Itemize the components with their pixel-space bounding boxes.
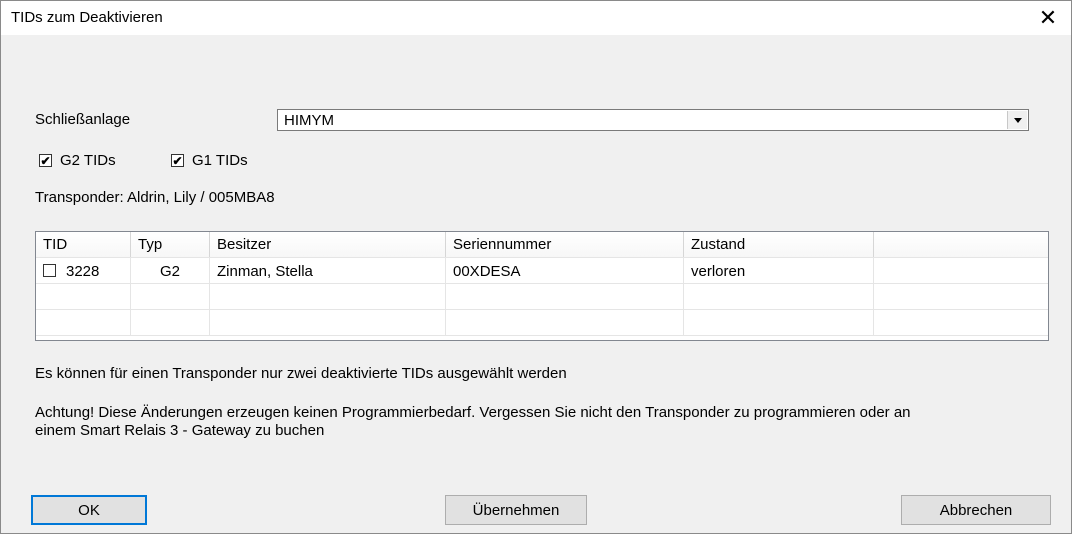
g2-tids-checkbox-group[interactable]: ✔ G2 TIDs (39, 152, 116, 169)
chevron-down-icon (1013, 117, 1022, 123)
empty-cell (446, 284, 684, 310)
warning-line-1: Achtung! Diese Änderungen erzeugen keine… (35, 404, 911, 421)
g1-tids-checkbox-group[interactable]: ✔ G1 TIDs (171, 152, 248, 169)
g1-tids-checkbox[interactable]: ✔ (171, 154, 184, 167)
locking-system-value: HIMYM (284, 112, 334, 129)
column-header-typ[interactable]: Typ (131, 232, 210, 257)
cancel-button[interactable]: Abbrechen (901, 495, 1051, 525)
column-header-tid[interactable]: TID (36, 232, 131, 257)
tid-table: TID Typ Besitzer Seriennummer Zustand 32… (35, 231, 1049, 341)
warning-note: Achtung! Diese Änderungen erzeugen keine… (35, 404, 911, 440)
column-header-seriennummer[interactable]: Seriennummer (446, 232, 684, 257)
locking-system-label: Schließanlage (35, 111, 131, 128)
besitzer-cell: Zinman, Stella (210, 258, 446, 284)
empty-cell (36, 284, 131, 310)
locking-system-select[interactable]: HIMYM (277, 109, 1029, 131)
tid-cell: 3228 (36, 258, 131, 284)
empty-cell (36, 310, 131, 336)
empty-cell (684, 310, 874, 336)
dropdown-button[interactable] (1007, 111, 1027, 129)
limit-note: Es können für einen Transponder nur zwei… (35, 365, 567, 382)
empty-cell (874, 310, 1048, 336)
empty-cell (446, 310, 684, 336)
typ-cell: G2 (131, 258, 210, 284)
column-header-empty (874, 232, 1048, 257)
table-row[interactable]: 3228 G2 Zinman, Stella 00XDESA verloren (36, 258, 1048, 284)
column-header-zustand[interactable]: Zustand (684, 232, 874, 257)
apply-button[interactable]: Übernehmen (445, 495, 587, 525)
dialog-title: TIDs zum Deaktivieren (11, 9, 163, 26)
column-header-besitzer[interactable]: Besitzer (210, 232, 446, 257)
table-header: TID Typ Besitzer Seriennummer Zustand (36, 232, 1048, 258)
g1-tids-label: G1 TIDs (192, 152, 248, 169)
table-row-empty (36, 310, 1048, 336)
empty-cell (131, 310, 210, 336)
empty-cell (210, 310, 446, 336)
empty-cell (684, 284, 874, 310)
empty-cell (874, 258, 1048, 284)
g2-tids-label: G2 TIDs (60, 152, 116, 169)
title-bar: TIDs zum Deaktivieren ✕ (1, 1, 1071, 36)
dialog-window: TIDs zum Deaktivieren ✕ Schließanlage HI… (0, 0, 1072, 534)
zustand-cell: verloren (684, 258, 874, 284)
tid-value: 3228 (66, 263, 100, 280)
empty-cell (131, 284, 210, 310)
g2-tids-checkbox[interactable]: ✔ (39, 154, 52, 167)
tid-row-checkbox[interactable] (43, 264, 56, 277)
ok-button[interactable]: OK (31, 495, 147, 525)
empty-cell (210, 284, 446, 310)
empty-cell (874, 284, 1048, 310)
seriennummer-cell: 00XDESA (446, 258, 684, 284)
close-icon[interactable]: ✕ (1025, 1, 1071, 35)
warning-line-2: einem Smart Relais 3 - Gateway zu buchen (35, 422, 325, 439)
table-row-empty (36, 284, 1048, 310)
transponder-info: Transponder: Aldrin, Lily / 005MBA8 (35, 189, 275, 206)
